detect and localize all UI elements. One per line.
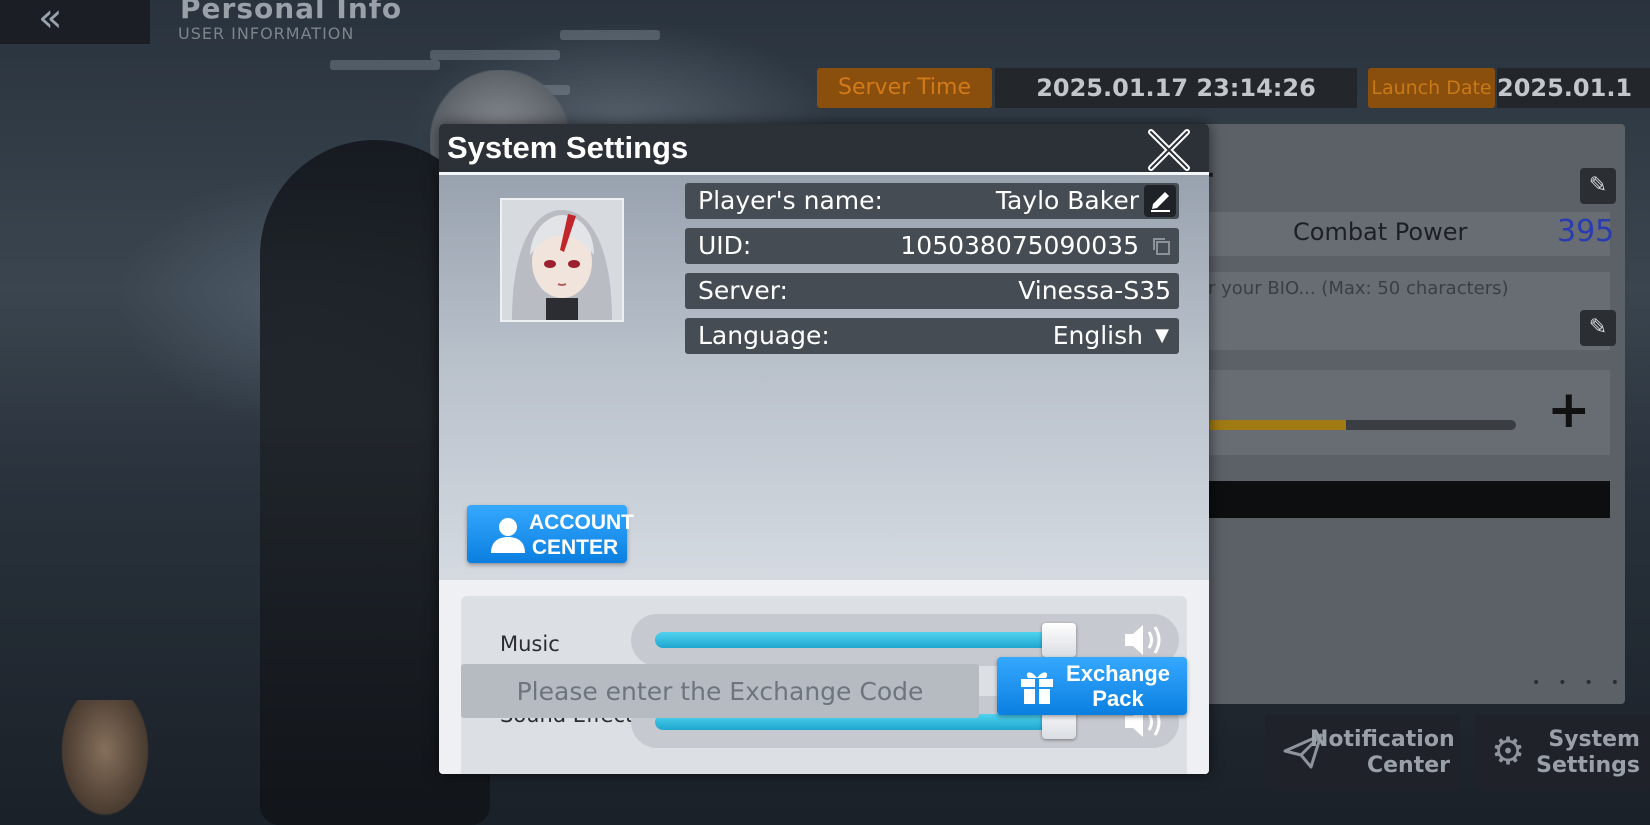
server-time-value: 2025.01.17 23:14:26 [995, 68, 1357, 108]
player-name-row: Player's name: Taylo Baker [685, 183, 1179, 219]
dialog-title: System Settings [447, 130, 689, 165]
caret-down-icon[interactable]: ▼ [1155, 318, 1169, 354]
dialog-header: System Settings [439, 124, 1209, 175]
language-value[interactable]: English [1053, 318, 1143, 354]
music-slider-fill [655, 632, 1060, 648]
bio-placeholder: r your BIO... (Max: 50 characters) [1208, 278, 1509, 299]
level-box [1170, 370, 1610, 455]
exchange-pack-label: Exchange Pack [1066, 661, 1170, 711]
notification-center-button[interactable]: Notification Center [1265, 715, 1460, 790]
copy-icon[interactable] [1151, 236, 1171, 256]
close-icon [1148, 129, 1190, 171]
combat-power-label: Combat Power [1293, 218, 1468, 246]
player-name-value: Taylo Baker [995, 186, 1139, 215]
edit-bio-button[interactable]: ✎ [1580, 310, 1616, 346]
gift-icon [1021, 672, 1053, 704]
uid-label: UID: [698, 231, 752, 260]
pencil-icon: ✎ [1588, 315, 1608, 340]
pencil-icon: ✎ [1588, 173, 1608, 198]
account-center-button[interactable]: ACCOUNT CENTER [467, 505, 634, 563]
edit-name-button[interactable]: ✎ [1580, 168, 1616, 204]
level-progress-fill [1206, 420, 1346, 430]
close-button[interactable] [1145, 128, 1193, 172]
user-icon [491, 518, 525, 553]
uid-row: UID: 105038075090035 [685, 228, 1179, 264]
combat-power-value: 395 [1557, 214, 1615, 249]
exchange-pack-button[interactable]: Exchange Pack [997, 657, 1187, 715]
uid-value: 105038075090035 [900, 231, 1139, 260]
music-slider-thumb[interactable] [1042, 623, 1077, 657]
edit-player-name-button[interactable] [1144, 185, 1176, 217]
back-button[interactable]: « [0, 0, 150, 44]
launch-date-value: 2025.01.1 [1497, 68, 1650, 108]
system-settings-nav-button[interactable]: ⚙ System Settings [1475, 715, 1650, 790]
profile-black-strip [1170, 481, 1610, 518]
dialog-profile-section: Player's name: Taylo Baker UID: 10503807… [439, 175, 1209, 580]
server-value: Vinessa-S35 [1018, 276, 1171, 305]
server-row: Server: Vinessa-S35 [685, 273, 1179, 309]
double-chevron-left-icon: « [38, 0, 63, 41]
server-label: Server: [698, 276, 788, 305]
music-label: Music [500, 632, 560, 656]
language-row[interactable]: Language: English ▼ [685, 318, 1179, 354]
add-button[interactable]: + [1547, 384, 1591, 436]
notification-center-label: Notification Center [1310, 727, 1455, 778]
player-avatar[interactable] [500, 198, 624, 322]
system-settings-nav-label: System Settings [1536, 727, 1640, 778]
player-name-label: Player's name: [698, 186, 883, 215]
system-settings-dialog: System Settings Player's name: Taylo Bak… [439, 124, 1209, 774]
page-title: Personal Info [180, 0, 403, 25]
avatar-portrait [502, 200, 622, 320]
page-dots: •••• [1532, 675, 1638, 691]
level-progress-bar [1206, 420, 1516, 430]
speaker-icon[interactable] [1123, 620, 1167, 660]
page-subtitle: USER INFORMATION [178, 24, 355, 43]
launch-date-label: Launch Date [1368, 68, 1495, 108]
exchange-code-input[interactable] [461, 664, 979, 718]
server-time-label: Server Time [817, 68, 992, 108]
account-center-label: ACCOUNT CENTER [529, 511, 634, 559]
language-label: Language: [698, 321, 830, 350]
pencil-icon [1151, 192, 1170, 212]
